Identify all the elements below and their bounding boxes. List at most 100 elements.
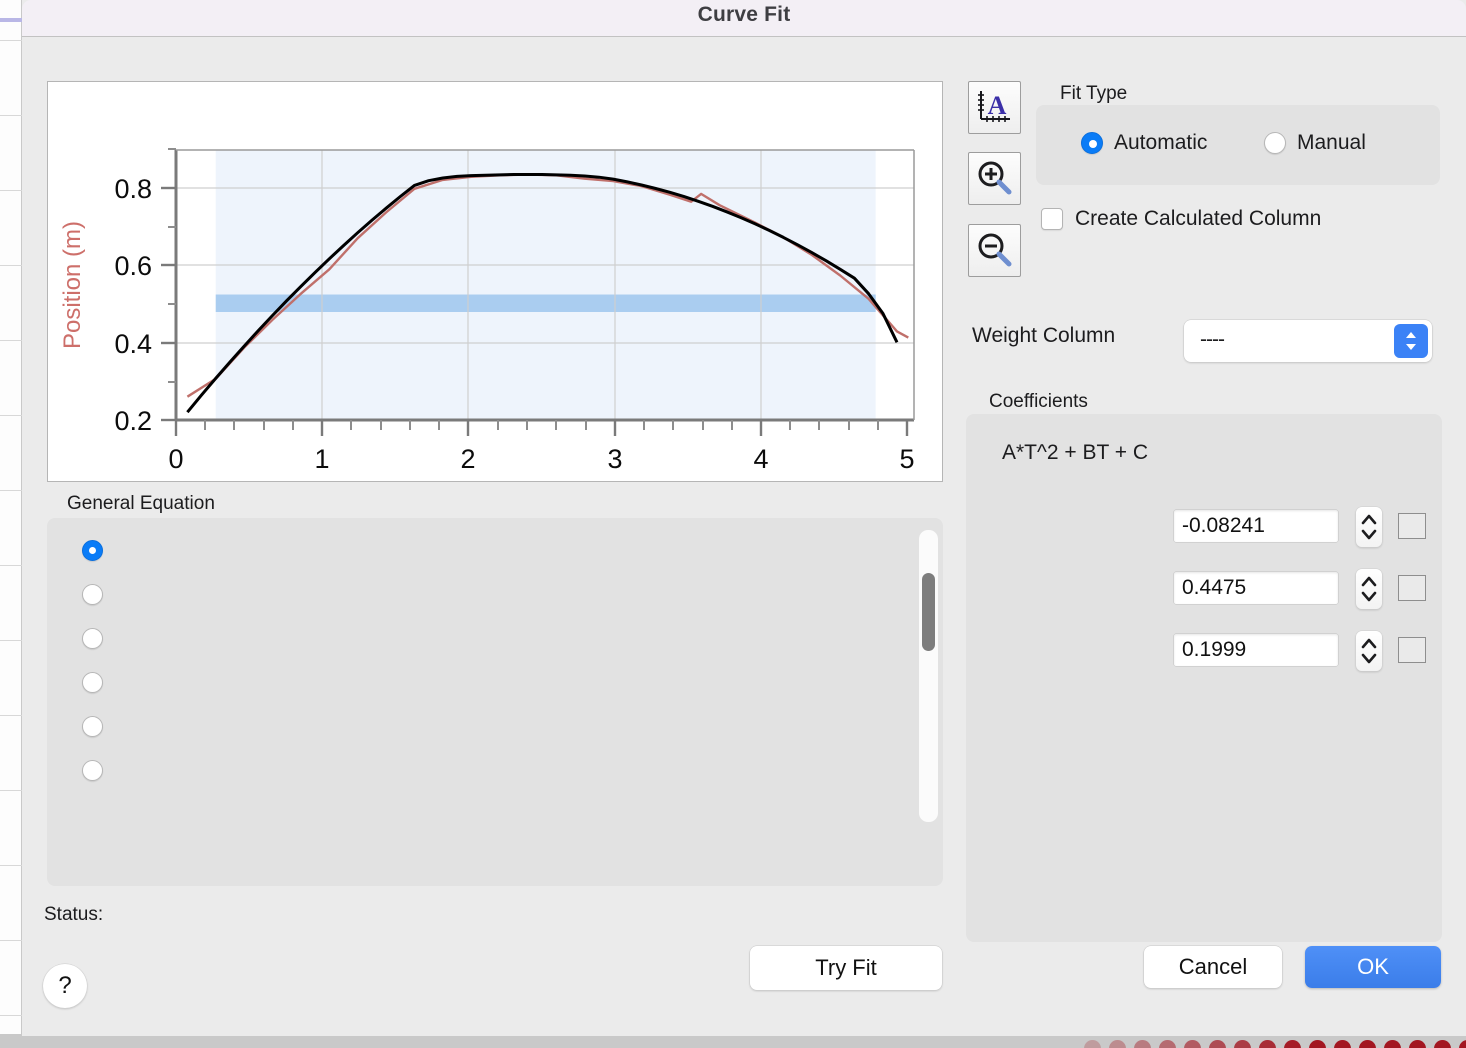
fit-graph: 0.8 0.6 0.4 0.2 0 1 2 3 4 5 Position (m)… [59, 148, 915, 474]
help-button[interactable]: ? [43, 964, 87, 1008]
coefficient-input-C[interactable] [1174, 634, 1338, 666]
x-tick-label: 3 [607, 444, 622, 474]
weight-column-value: ---- [1200, 328, 1225, 351]
x-tick-label: 5 [899, 444, 914, 474]
background-data-point [1109, 1040, 1126, 1048]
fit-statistics [966, 872, 1442, 942]
background-data-point [1359, 1040, 1376, 1048]
coefficient-delta-button-B[interactable] [1398, 575, 1426, 601]
equation-list[interactable] [47, 530, 905, 820]
create-calculated-column-row[interactable]: Create Calculated Column [1041, 207, 1321, 231]
stat-correlation [966, 872, 1442, 907]
dialog-title: Curve Fit [697, 3, 791, 26]
coefficient-delta-button-C[interactable] [1398, 637, 1426, 663]
background-data-point [1134, 1040, 1151, 1048]
background-data-point [1084, 1040, 1101, 1048]
axes-label-icon-button[interactable]: A [968, 81, 1021, 134]
background-gridline [0, 1015, 22, 1016]
coefficient-stepper-C[interactable] [1356, 631, 1382, 671]
coefficient-stepper-A[interactable] [1356, 507, 1382, 547]
axes-label-icon: A [978, 90, 1010, 122]
background-gridline [0, 40, 22, 41]
y-tick-label: 0.4 [114, 329, 152, 359]
zoom-in-button[interactable] [968, 152, 1021, 205]
equation-option-quartic[interactable] [47, 618, 905, 662]
zoom-in-icon [978, 161, 1012, 194]
background-data-point [1409, 1040, 1426, 1048]
curve-fit-dialog: Curve Fit 0.8 0.6 0.4 0.2 0 1 2 3 4 5 Po… [22, 0, 1466, 1036]
background-data-point [1184, 1040, 1201, 1048]
fit-type-radio-automatic[interactable]: Automatic [1081, 131, 1207, 155]
background-gridline [0, 565, 22, 566]
coefficient-input-A[interactable] [1174, 510, 1338, 542]
general-equation-panel: Time Offset Define Function Delete Funct… [47, 518, 943, 886]
background-data-point [1384, 1040, 1401, 1048]
equation-radio[interactable] [82, 716, 103, 737]
coefficient-input-B[interactable] [1174, 572, 1338, 604]
coefficient-delta-button-A[interactable] [1398, 513, 1426, 539]
background-gridline [0, 940, 22, 941]
background-gridline [0, 790, 22, 791]
y-tick-label: 0.8 [114, 174, 152, 204]
equation-option-cubic[interactable] [47, 574, 905, 618]
background-accent-line [0, 18, 22, 22]
background-gridline [0, 190, 22, 191]
ok-button[interactable]: OK [1305, 946, 1441, 988]
y-tick-label: 0.6 [114, 251, 152, 281]
equation-option-variable-power[interactable] [47, 750, 905, 794]
equation-radio[interactable] [82, 628, 103, 649]
coefficient-stepper-B[interactable] [1356, 569, 1382, 609]
background-data-point [1459, 1040, 1466, 1048]
try-fit-button[interactable]: Try Fit [750, 946, 942, 990]
background-data-point [1309, 1040, 1326, 1048]
background-data-point [1259, 1040, 1276, 1048]
background-gridline [0, 865, 22, 866]
zoom-out-button[interactable] [968, 224, 1021, 277]
equation-option-quadratic[interactable] [47, 530, 905, 574]
svg-text:A: A [988, 91, 1007, 120]
y-tick-label: 0.2 [114, 406, 152, 436]
equation-radio[interactable] [82, 540, 103, 561]
equation-radio[interactable] [82, 760, 103, 781]
equation-radio[interactable] [82, 584, 103, 605]
dialog-titlebar: Curve Fit [22, 0, 1466, 37]
background-window-bottom-strip [0, 1034, 1466, 1048]
background-data-point [1434, 1040, 1451, 1048]
cancel-button[interactable]: Cancel [1144, 946, 1282, 988]
stepper-chevrons-icon [1361, 576, 1377, 602]
background-gridline [0, 490, 22, 491]
create-calculated-column-checkbox[interactable] [1041, 208, 1063, 230]
stepper-chevrons-icon [1361, 638, 1377, 664]
fit-graph-panel[interactable]: 0.8 0.6 0.4 0.2 0 1 2 3 4 5 Position (m)… [47, 81, 943, 482]
fit-type-automatic-label: Automatic [1114, 131, 1208, 154]
weight-column-label: Weight Column [972, 324, 1116, 347]
background-gridline [0, 115, 22, 116]
background-data-point [1159, 1040, 1176, 1048]
chevron-up-down-icon[interactable] [1394, 324, 1428, 358]
y-axis-label: Position (m) [59, 221, 86, 349]
coefficients-panel: A*T^2 + BT + C [966, 414, 1442, 942]
weight-column-select[interactable]: ---- [1184, 320, 1432, 362]
coefficients-label: Coefficients [989, 391, 1088, 412]
background-gridline [0, 340, 22, 341]
coefficient-row-B [966, 569, 1442, 618]
background-gridline [0, 265, 22, 266]
background-data-point [1334, 1040, 1351, 1048]
equation-option-power[interactable] [47, 706, 905, 750]
x-tick-label: 2 [460, 444, 475, 474]
x-tick-label: 4 [753, 444, 768, 474]
fit-type-radio-manual[interactable]: Manual [1264, 131, 1366, 155]
x-tick-label: 1 [314, 444, 329, 474]
create-calculated-column-label: Create Calculated Column [1075, 207, 1322, 230]
equation-radio[interactable] [82, 672, 103, 693]
background-gridline [0, 640, 22, 641]
fit-type-panel: Automatic Manual [1036, 105, 1440, 185]
equation-list-scrollbar-thumb[interactable] [922, 573, 935, 651]
stat-rmse [966, 907, 1442, 942]
radio-automatic-indicator [1081, 132, 1103, 154]
background-data-point [1209, 1040, 1226, 1048]
equation-option-quintic[interactable] [47, 662, 905, 706]
radio-manual-indicator [1264, 132, 1286, 154]
background-data-point [1284, 1040, 1301, 1048]
stepper-chevrons-icon [1361, 514, 1377, 540]
